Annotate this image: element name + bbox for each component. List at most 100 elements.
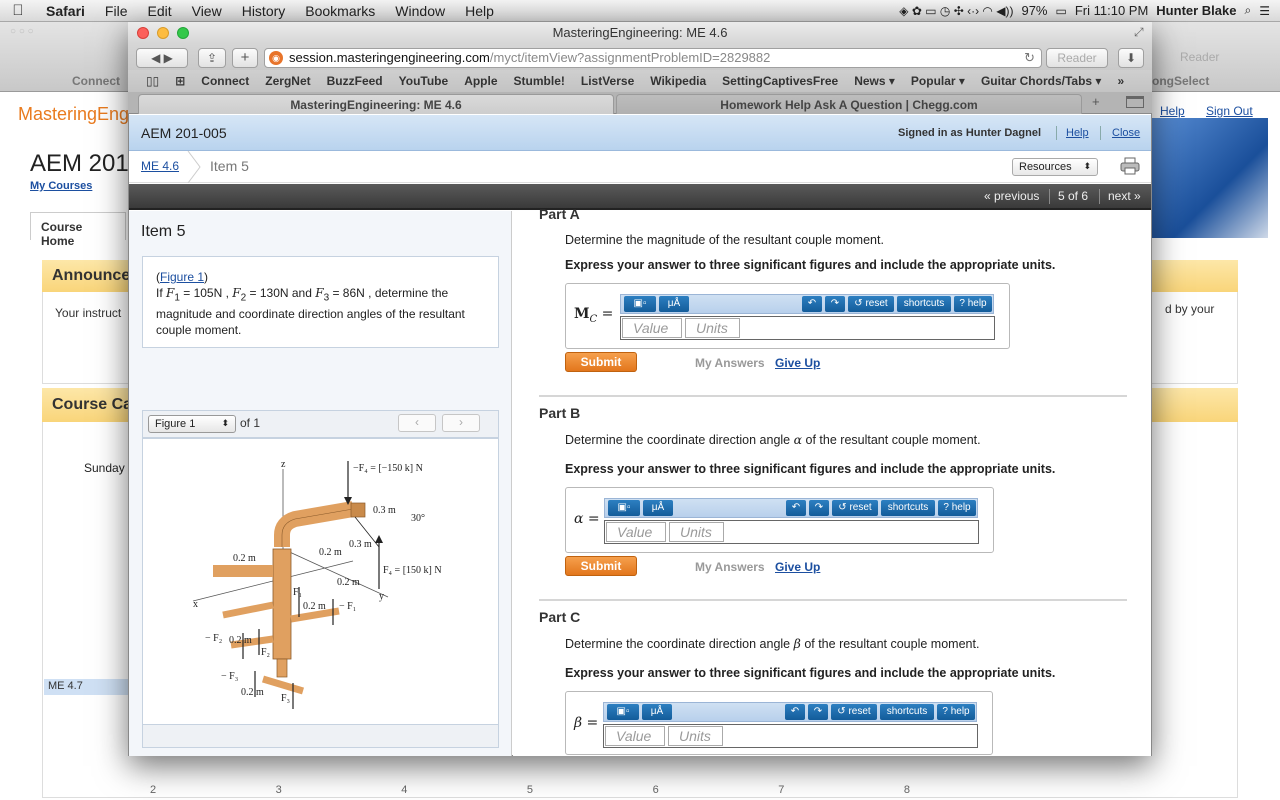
help-link[interactable]: Help: [1066, 127, 1089, 139]
templates-button[interactable]: ▣▫: [607, 704, 639, 720]
bookmarks-book-icon[interactable]: ▯▯: [138, 74, 167, 88]
part-a-value-input[interactable]: Value: [622, 318, 682, 338]
figure-next-button[interactable]: ›: [442, 414, 480, 432]
menu-view[interactable]: View: [182, 3, 232, 19]
figure-select[interactable]: Figure 1 ⬍: [148, 415, 236, 433]
shortcuts-button[interactable]: shortcuts: [881, 500, 935, 516]
reset-button[interactable]: ↺ reset: [848, 296, 894, 312]
user-name[interactable]: Hunter Blake: [1156, 3, 1236, 18]
templates-button[interactable]: ▣▫: [608, 500, 640, 516]
more-bookmarks-icon[interactable]: »: [1109, 74, 1132, 88]
fullscreen-icon[interactable]: ⤢: [1134, 25, 1144, 40]
background-sign-out-link[interactable]: Sign Out: [1206, 104, 1253, 118]
menu-window[interactable]: Window: [385, 3, 455, 19]
bookmark-item[interactable]: ListVerse: [573, 74, 642, 88]
bookmark-item[interactable]: Popular ▾: [903, 74, 973, 88]
help-button[interactable]: ? help: [937, 704, 975, 720]
symbols-button[interactable]: μÅ: [642, 704, 672, 720]
background-reader[interactable]: Reader: [1180, 50, 1219, 64]
shortcuts-button[interactable]: shortcuts: [880, 704, 934, 720]
share-icon[interactable]: ⇪: [198, 48, 226, 68]
part-c-value-input[interactable]: Value: [605, 726, 665, 746]
figure-link[interactable]: Figure 1: [160, 270, 204, 284]
part-a-submit-button[interactable]: Submit: [565, 352, 637, 372]
tab-chegg[interactable]: Homework Help Ask A Question | Chegg.com: [616, 94, 1082, 114]
menu-edit[interactable]: Edit: [137, 3, 181, 19]
part-b-my-answers[interactable]: My Answers: [695, 560, 765, 574]
menu-history[interactable]: History: [232, 3, 296, 19]
bookmark-item[interactable]: BuzzFeed: [319, 74, 391, 88]
figure-previous-button[interactable]: ‹: [398, 414, 436, 432]
bookmark-item[interactable]: SettingCaptivesFree: [714, 74, 846, 88]
reader-button[interactable]: Reader: [1046, 48, 1108, 68]
part-c-units-input[interactable]: Units: [668, 726, 723, 746]
print-icon[interactable]: [1120, 157, 1140, 175]
symbols-button[interactable]: μÅ: [659, 296, 689, 312]
part-a-my-answers[interactable]: My Answers: [695, 356, 765, 370]
spotlight-icon[interactable]: ⌕: [1245, 3, 1252, 18]
bookmark-item[interactable]: ZergNet: [257, 74, 318, 88]
part-a-units-input[interactable]: Units: [685, 318, 740, 338]
background-tab-course-home[interactable]: Course Home: [30, 212, 126, 248]
menu-help[interactable]: Help: [455, 3, 504, 19]
reload-icon[interactable]: ↻: [1024, 49, 1035, 67]
bookmark-item[interactable]: Stumble!: [506, 74, 573, 88]
shortcuts-button[interactable]: shortcuts: [897, 296, 951, 312]
reset-button[interactable]: ↺ reset: [831, 704, 877, 720]
help-button[interactable]: ? help: [938, 500, 976, 516]
question-intro: If: [156, 286, 163, 300]
templates-button[interactable]: ▣▫: [624, 296, 656, 312]
resources-select[interactable]: Resources ⬍: [1012, 158, 1098, 176]
part-b-submit-button[interactable]: Submit: [565, 556, 637, 576]
menu-bookmarks[interactable]: Bookmarks: [295, 3, 385, 19]
symbols-button[interactable]: μÅ: [643, 500, 673, 516]
close-link[interactable]: Close: [1112, 127, 1140, 139]
apple-icon[interactable]: : [0, 2, 36, 19]
new-tab-icon[interactable]: +: [232, 48, 258, 68]
redo-icon[interactable]: ↷: [809, 500, 829, 516]
undo-icon[interactable]: ↶: [786, 500, 806, 516]
undo-icon[interactable]: ↶: [785, 704, 805, 720]
previous-link[interactable]: « previous: [984, 189, 1039, 203]
help-button[interactable]: ? help: [954, 296, 992, 312]
clock[interactable]: Fri 11:10 PM: [1075, 3, 1148, 18]
next-link[interactable]: next »: [1108, 189, 1141, 203]
window-titlebar[interactable]: MasteringEngineering: ME 4.6: [128, 22, 1152, 44]
top-sites-icon[interactable]: ⊞: [167, 74, 193, 88]
bookmark-item[interactable]: Guitar Chords/Tabs ▾: [973, 74, 1109, 88]
part-b-give-up-link[interactable]: Give Up: [775, 560, 820, 574]
background-my-courses[interactable]: My Courses: [30, 180, 92, 192]
bookmark-item[interactable]: Apple: [456, 74, 505, 88]
reset-button[interactable]: ↺ reset: [832, 500, 878, 516]
menu-app[interactable]: Safari: [36, 3, 95, 19]
bookmark-item[interactable]: News ▾: [846, 74, 903, 88]
tab-overview-icon[interactable]: [1126, 96, 1144, 108]
undo-icon[interactable]: ↶: [802, 296, 822, 312]
part-a-give-up-link[interactable]: Give Up: [775, 356, 820, 370]
tab-masteringengineering[interactable]: MasteringEngineering: ME 4.6: [138, 94, 614, 114]
back-forward-buttons[interactable]: ◀ ▶: [136, 48, 188, 68]
background-help-link[interactable]: Help: [1160, 104, 1185, 118]
status-icons[interactable]: ◈ ✿ ▭ ◷ ✣ ‹·› ◠ ◀)): [899, 4, 1013, 18]
minimize-window-icon[interactable]: [157, 27, 169, 39]
zoom-window-icon[interactable]: [177, 27, 189, 39]
bookmark-item[interactable]: YouTube: [391, 74, 457, 88]
background-bookmark-connect[interactable]: Connect: [72, 74, 120, 88]
breadcrumb-assignment-link[interactable]: ME 4.6: [141, 159, 179, 173]
background-bookmark-partial[interactable]: ongSelect: [1152, 74, 1209, 88]
bookmark-item[interactable]: Connect: [193, 74, 257, 88]
bookmark-item[interactable]: Wikipedia: [642, 74, 714, 88]
battery-icon[interactable]: ▭: [1056, 4, 1067, 18]
notification-center-icon[interactable]: ☰: [1259, 4, 1270, 18]
close-window-icon[interactable]: [137, 27, 149, 39]
part-b-value-input[interactable]: Value: [606, 522, 666, 542]
background-calendar-event[interactable]: ME 4.7: [44, 679, 128, 695]
downloads-icon[interactable]: ⬇: [1118, 48, 1144, 68]
add-tab-icon[interactable]: +: [1092, 94, 1100, 109]
menu-file[interactable]: File: [95, 3, 138, 19]
redo-icon[interactable]: ↷: [808, 704, 828, 720]
address-bar[interactable]: ◉ session.masteringengineering.com/myct/…: [264, 48, 1042, 68]
part-b-units-input[interactable]: Units: [669, 522, 724, 542]
battery-percent[interactable]: 97%: [1021, 3, 1047, 18]
redo-icon[interactable]: ↷: [825, 296, 845, 312]
